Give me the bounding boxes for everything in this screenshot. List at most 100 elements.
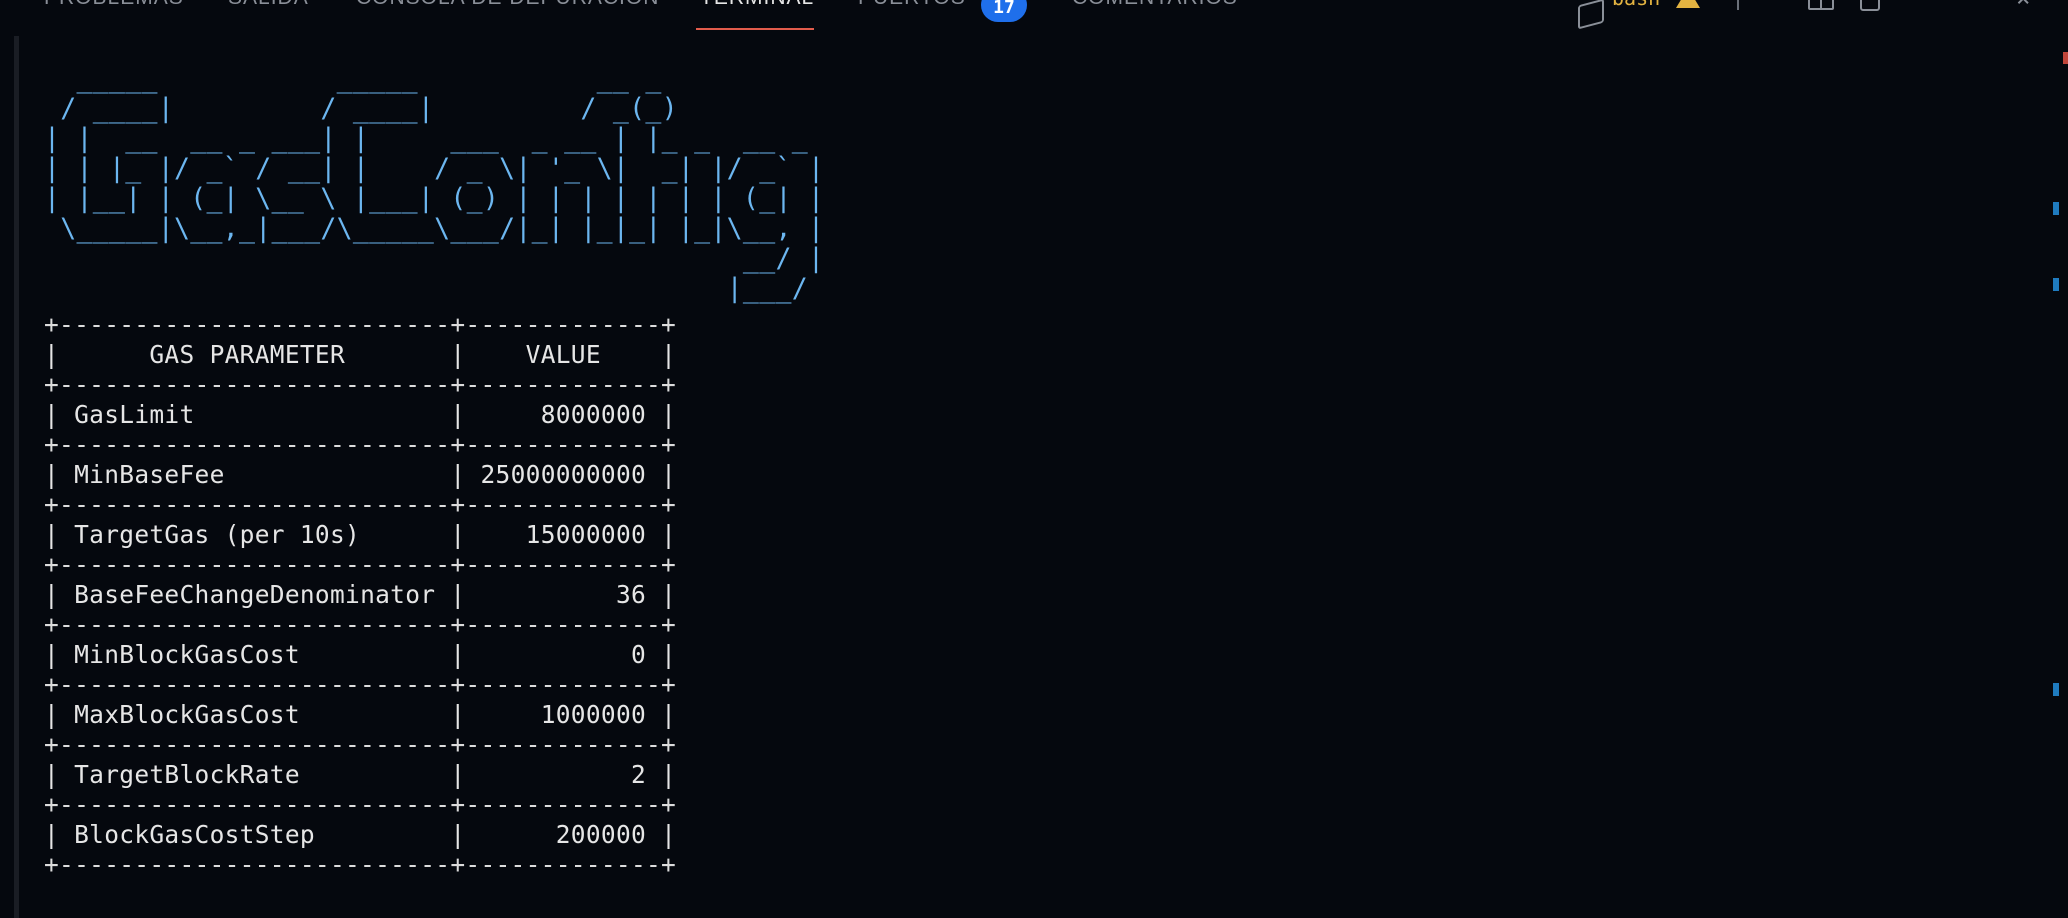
tab-ports[interactable]: PUERTOS [858,0,966,12]
table-border: +--------------------------+------------… [44,490,677,519]
ports-count-badge: 17 [981,0,1027,22]
banner-line: | | |_ |/ _` / __| | / _ \| '_ \| _| |/ … [44,153,825,184]
cell-divider: | [44,340,60,369]
table-border: +--------------------------+------------… [44,550,677,579]
cell-divider: | [450,700,466,729]
tab-problems[interactable]: PROBLEMAS [44,0,184,12]
parameter-value-cell: 200000 [465,820,662,849]
cell-divider: | [44,760,60,789]
table-border-line: +--------------------------+------------… [44,550,2004,580]
parameter-name-cell: MinBaseFee [59,460,451,489]
parameter-value-cell: 1000000 [465,700,662,729]
warning-icon[interactable] [1676,0,1700,8]
table-header-row: | GAS PARAMETER | VALUE | [44,340,2004,370]
banner-line: \_____|\__,_|___/\_____\___/|_| |_|_| |_… [44,213,825,244]
table-row: | BaseFeeChangeDenominator | 36 | [44,580,2004,610]
table-row: | MinBaseFee | 25000000000 | [44,460,2004,490]
parameter-name-cell: BlockGasCostStep [59,820,451,849]
table-border-line: +--------------------------+------------… [44,670,2004,700]
close-icon[interactable]: × [2016,0,2030,10]
more-actions-icon[interactable]: ⋯ [1918,0,1931,10]
parameter-value-cell: 2 [465,760,662,789]
table-border-line: +--------------------------+------------… [44,850,2004,880]
cell-divider: | [44,640,60,669]
table-row: | GasLimit | 8000000 | [44,400,2004,430]
parameter-name-cell: MaxBlockGasCost [59,700,451,729]
table-border-line: +--------------------------+------------… [44,490,2004,520]
table-border: +--------------------------+------------… [44,670,677,699]
parameter-name-cell: TargetBlockRate [59,760,451,789]
trash-icon[interactable] [1860,0,1880,11]
cell-divider: | [661,700,677,729]
scrollbar-marker [2053,278,2059,291]
table-border-line: +--------------------------+------------… [44,730,2004,760]
cell-divider: | [661,400,677,429]
header-cell: VALUE [465,340,662,369]
cell-divider: | [661,820,677,849]
banner-line: / ____| / ____| / _(_) [44,93,678,124]
shell-name-label[interactable]: bash [1612,0,1660,12]
cell-divider: | [450,400,466,429]
parameter-name-cell: MinBlockGasCost [59,640,451,669]
scrollbar-marker [2053,683,2059,696]
table-row: | TargetBlockRate | 2 | [44,760,2004,790]
table-border-line: +--------------------------+------------… [44,610,2004,640]
cell-divider: | [44,460,60,489]
banner-line: __/ | [44,243,825,274]
active-tab-indicator [696,28,814,30]
cell-divider: | [450,340,466,369]
cell-divider: | [450,820,466,849]
split-terminal-icon[interactable] [1808,0,1834,10]
parameter-name-cell: GasLimit [59,400,451,429]
gas-config-table: +--------------------------+------------… [44,310,2004,880]
tab-debug-console[interactable]: CONSOLA DE DEPURACIÓN [356,0,659,12]
cell-divider: | [44,520,60,549]
toolbar-separator [1737,0,1739,10]
banner-line: | |__| | (_| \__ \ |___| (_) | | | | | |… [44,183,825,214]
cell-divider: | [661,460,677,489]
table-border: +--------------------------+------------… [44,370,677,399]
banner-line: |___/ [44,273,808,304]
table-border: +--------------------------+------------… [44,850,677,879]
table-border-line: +--------------------------+------------… [44,790,2004,820]
cell-divider: | [450,520,466,549]
cell-divider: | [661,760,677,789]
parameter-value-cell: 25000000000 [465,460,662,489]
scrollbar-error-marker [2063,52,2068,64]
table-border: +--------------------------+------------… [44,730,677,759]
table-border-line: +--------------------------+------------… [44,370,2004,400]
cell-divider: | [44,820,60,849]
terminal-focus-border [14,36,19,918]
parameter-value-cell: 0 [465,640,662,669]
parameter-name-cell: BaseFeeChangeDenominator [59,580,451,609]
table-border: +--------------------------+------------… [44,430,677,459]
cell-divider: | [450,460,466,489]
cell-divider: | [450,580,466,609]
table-border: +--------------------------+------------… [44,790,677,819]
table-row: | TargetGas (per 10s) | 15000000 | [44,520,2004,550]
cell-divider: | [450,760,466,789]
tab-comments[interactable]: COMENTARIOS [1072,0,1238,12]
banner-line: | | __ __ _ ___| | ___ _ __ | |_ _ __ _ [44,123,808,154]
table-row: | MinBlockGasCost | 0 | [44,640,2004,670]
shell-icon[interactable] [1578,0,1604,30]
cell-divider: | [661,520,677,549]
ascii-banner: _____ _____ __ _ / ____| / ____| / _(_) … [44,64,2004,304]
parameter-value-cell: 36 [465,580,662,609]
terminal-output[interactable]: _____ _____ __ _ / ____| / ____| / _(_) … [44,64,2004,880]
cell-divider: | [450,640,466,669]
cell-divider: | [661,640,677,669]
table-border: +--------------------------+------------… [44,610,677,639]
tab-output[interactable]: SALIDA [228,0,309,12]
tab-terminal[interactable]: TERMINAL [700,0,814,12]
scrollbar-marker [2053,202,2059,215]
cell-divider: | [44,580,60,609]
table-border-line: +--------------------------+------------… [44,430,2004,460]
table-border-line: +--------------------------+------------… [44,310,2004,340]
cell-divider: | [661,340,677,369]
parameter-name-cell: TargetGas (per 10s) [59,520,451,549]
cell-divider: | [44,400,60,429]
header-cell: GAS PARAMETER [59,340,451,369]
parameter-value-cell: 8000000 [465,400,662,429]
cell-divider: | [44,700,60,729]
